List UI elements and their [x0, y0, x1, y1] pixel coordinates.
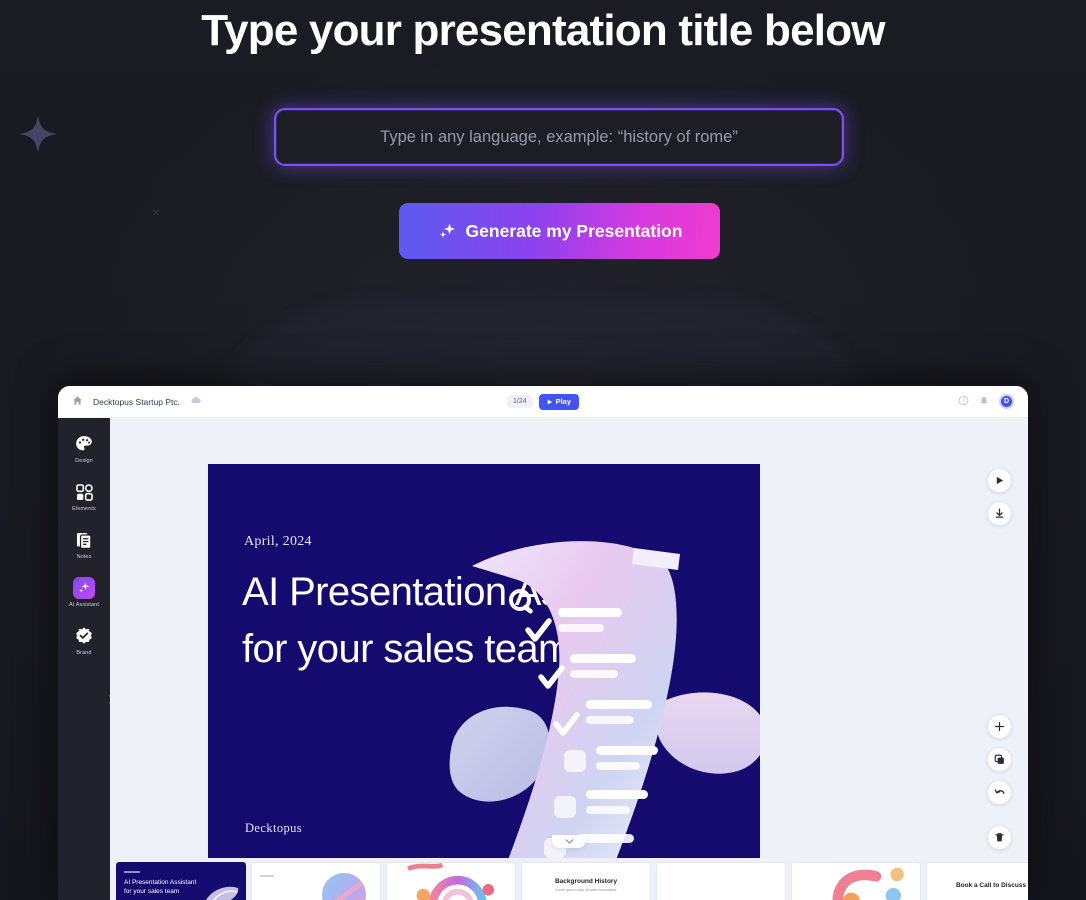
page-root: × Type your presentation title below Gen… — [0, 0, 1086, 900]
slide-top-controls — [987, 468, 1012, 526]
list-item[interactable]: Background History Lorem ipsum dolor sit… — [521, 862, 651, 900]
presentation-topic-field[interactable] — [274, 108, 844, 166]
sidebar-item-design[interactable]: Design — [60, 430, 108, 467]
sidebar-item-notes[interactable]: Notes — [60, 526, 108, 563]
page-title: Type your presentation title below — [201, 6, 885, 55]
list-item[interactable]: Book a Call to Discuss — [926, 862, 1028, 900]
slide-bottom-controls — [987, 714, 1012, 850]
help-icon[interactable]: ? — [958, 393, 969, 411]
sidebar-rail: Design Elements Notes AI Assistant Brand — [58, 418, 118, 900]
notes-icon — [73, 529, 95, 551]
chevron-down-icon — [565, 839, 573, 844]
search-input[interactable] — [276, 110, 842, 164]
download-button[interactable] — [987, 501, 1012, 526]
cloud-save-icon — [190, 393, 202, 411]
svg-text:?: ? — [962, 398, 965, 404]
play-icon — [996, 476, 1004, 485]
thumb-title: Book a Call to Discuss — [955, 881, 1027, 889]
slide-brand-label: Decktopus — [245, 821, 303, 835]
sidebar-item-label: Design — [75, 458, 93, 464]
slide-canvas-area: April, 2024 AI Presentation Assistant fo… — [110, 418, 1028, 900]
add-slide-button[interactable] — [987, 714, 1012, 739]
thumb-subtitle: Lorem ipsum dolor sit amet consectetur — [555, 888, 617, 892]
x-decoration: × — [152, 204, 161, 220]
thumb-illustration — [407, 863, 495, 900]
home-icon[interactable] — [72, 393, 83, 411]
slide-thumbnail-strip[interactable]: AI Presentation Assistant for your sales… — [110, 858, 1028, 900]
avatar[interactable]: D — [999, 394, 1014, 409]
duplicate-slide-button[interactable] — [987, 747, 1012, 772]
palette-icon — [73, 433, 95, 455]
sidebar-item-label: Elements — [72, 506, 96, 512]
play-button-label: Play — [555, 397, 572, 406]
thumb-illustration — [322, 873, 366, 900]
checklist-ribbon-illustration — [449, 541, 760, 860]
list-item[interactable] — [791, 862, 921, 900]
slide-navigation: 1/24 Play — [506, 393, 580, 410]
thumb-date-dash — [124, 871, 140, 873]
thumbnails-collapse-button[interactable] — [552, 835, 586, 848]
topbar-actions: ? D — [958, 393, 1014, 411]
sidebar-item-brand[interactable]: Brand — [60, 622, 108, 659]
sidebar-item-elements[interactable]: Elements — [60, 478, 108, 515]
grid-icon — [73, 481, 95, 503]
slide-date: April, 2024 — [244, 534, 312, 549]
delete-slide-button[interactable] — [987, 825, 1012, 850]
app-mockup: Decktopus Startup Ptc. 1/24 Play ? D Des… — [58, 386, 1028, 900]
play-button[interactable]: Play — [538, 393, 580, 410]
thumb-title: Background History — [554, 878, 618, 885]
undo-icon — [994, 788, 1005, 794]
sidebar-item-ai-assistant[interactable]: AI Assistant — [60, 574, 108, 611]
thumb-illustration — [206, 886, 239, 900]
trash-icon — [995, 833, 1004, 842]
thumb-text: Background History Lorem ipsum dolor sit… — [522, 863, 650, 900]
sidebar-item-label: Brand — [76, 650, 92, 656]
list-item[interactable] — [251, 862, 381, 900]
download-icon — [995, 508, 1004, 518]
list-item[interactable]: AI Presentation Assistant for your sales… — [116, 862, 246, 900]
app-topbar: Decktopus Startup Ptc. 1/24 Play ? D — [58, 386, 1028, 418]
sparkle-icon — [437, 221, 457, 241]
thumb-dash — [260, 875, 274, 877]
plus-icon — [994, 721, 1005, 732]
list-item[interactable] — [386, 862, 516, 900]
thumb-text: Book a Call to Discuss — [927, 863, 1028, 900]
ai-sparkle-icon — [73, 577, 95, 599]
sidebar-item-label: Notes — [76, 554, 92, 560]
sidebar-item-label: AI Assistant — [69, 602, 99, 608]
generate-presentation-button[interactable]: Generate my Presentation — [399, 203, 720, 259]
duplicate-icon — [994, 754, 1004, 764]
sparkle-star-decoration — [19, 115, 57, 153]
generate-button-label: Generate my Presentation — [465, 220, 683, 241]
brand-check-badge-icon — [73, 625, 95, 647]
thumb-illustration — [832, 867, 904, 900]
document-title[interactable]: Decktopus Startup Ptc. — [93, 397, 180, 407]
present-button[interactable] — [987, 468, 1012, 493]
list-item[interactable] — [656, 862, 786, 900]
undo-button[interactable] — [987, 780, 1012, 805]
active-slide[interactable]: April, 2024 AI Presentation Assistant fo… — [208, 464, 760, 864]
notification-bell-icon[interactable] — [979, 393, 989, 411]
slide-counter: 1/24 — [506, 395, 533, 408]
app-body: Design Elements Notes AI Assistant Brand… — [58, 418, 1028, 900]
